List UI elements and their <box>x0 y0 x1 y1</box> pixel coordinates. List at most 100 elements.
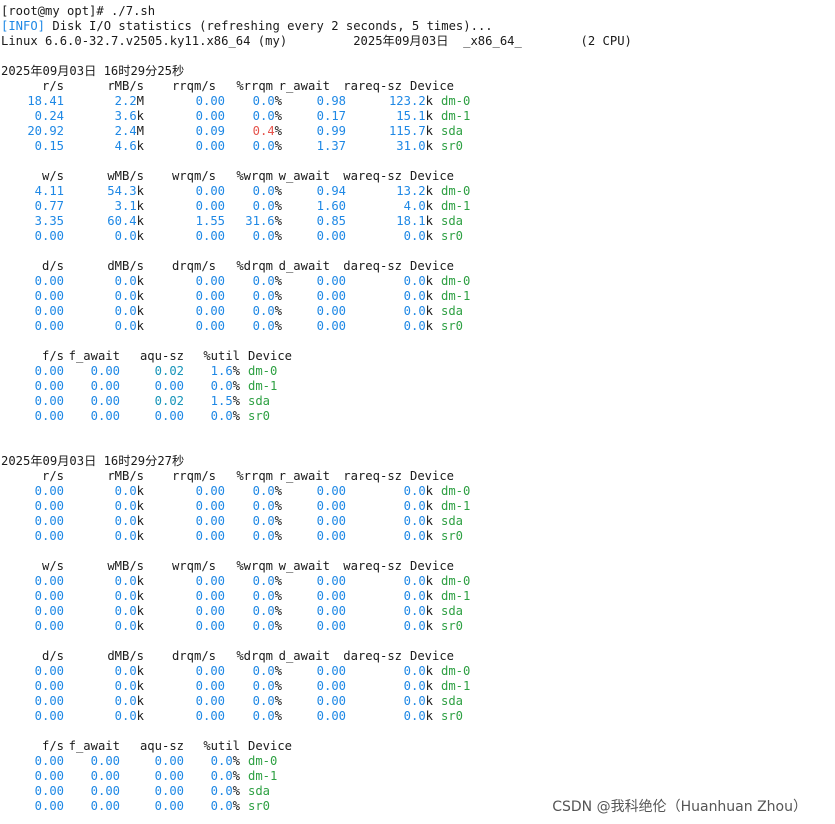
write-col-header: wrqm/s <box>171 559 216 573</box>
unit: % <box>232 769 240 783</box>
value: 0.00 <box>154 754 184 768</box>
device-name: sda <box>441 604 464 618</box>
terminal-output[interactable]: [root@my opt]# ./7.sh [INFO] Disk I/O st… <box>0 0 835 814</box>
unit: k <box>425 229 433 243</box>
snapshot-timestamp: 2025年09月03日 16时29分27秒 <box>1 454 185 468</box>
value-with-unit: 13.2k <box>346 184 433 199</box>
value: 0.0 <box>252 709 275 723</box>
unit: k <box>136 289 144 303</box>
value: 0.0 <box>403 619 426 633</box>
discard-row: 0.00 0.0k 0.00 0.0% 0.00 0.0k dm-0 <box>1 274 835 289</box>
unit: % <box>274 499 282 513</box>
device-name: dm-0 <box>441 664 471 678</box>
value: 0.00 <box>316 499 346 513</box>
value: 0.00 <box>195 589 225 603</box>
value-with-unit: 0.0% <box>184 409 240 424</box>
value-with-unit: 0.0k <box>346 304 433 319</box>
value: 0.00 <box>90 379 120 393</box>
value-with-unit: 3.6k <box>64 109 144 124</box>
value-with-unit: 0.0% <box>225 484 282 499</box>
value: 0.0 <box>114 709 137 723</box>
value: 0.4 <box>252 124 275 138</box>
discard-row: 0.00 0.0k 0.00 0.0% 0.00 0.0k dm-1 <box>1 679 835 694</box>
value: 0.24 <box>34 109 64 123</box>
write-row: 0.00 0.0k 0.00 0.0% 0.00 0.0k sr0 <box>1 619 835 634</box>
value: 0.00 <box>195 319 225 333</box>
unit: % <box>232 379 240 393</box>
write-header-row: w/s wMB/s wrqm/s %wrqm w_await wareq-sz Device <box>1 169 835 184</box>
value-with-unit: 54.3k <box>64 184 144 199</box>
value: 0.0 <box>252 199 275 213</box>
value: 0.00 <box>90 769 120 783</box>
value-with-unit: 0.0k <box>346 709 433 724</box>
value: 0.0 <box>114 604 137 618</box>
write-col-header: wareq-sz <box>343 169 402 183</box>
unit: % <box>274 124 282 138</box>
value: 0.0 <box>252 229 275 243</box>
value-with-unit: 0.0k <box>346 679 433 694</box>
value-with-unit: 31.6% <box>225 214 282 229</box>
unit: % <box>274 304 282 318</box>
flush-col-header: %util <box>203 739 240 753</box>
value: 0.0 <box>252 109 275 123</box>
unit: k <box>136 679 144 693</box>
unit: k <box>136 694 144 708</box>
value: 0.00 <box>195 574 225 588</box>
value: 0.00 <box>195 109 225 123</box>
unit: k <box>136 214 144 228</box>
value: 115.7 <box>388 124 426 138</box>
unit: k <box>136 619 144 633</box>
read-col-header: r/s <box>41 469 64 483</box>
unit: % <box>274 589 282 603</box>
read-col-header: rMB/s <box>107 469 144 483</box>
value-with-unit: 0.0k <box>64 604 144 619</box>
value-with-unit: 0.0% <box>225 274 282 289</box>
value: 0.0 <box>114 289 137 303</box>
value: 0.99 <box>316 124 346 138</box>
read-row: 0.15 4.6k 0.00 0.0% 1.37 31.0k sr0 <box>1 139 835 154</box>
device-name: dm-1 <box>441 499 471 513</box>
unit: k <box>136 274 144 288</box>
discard-row: 0.00 0.0k 0.00 0.0% 0.00 0.0k dm-0 <box>1 664 835 679</box>
discard-col-header: d/s <box>41 259 64 273</box>
unit: % <box>232 799 240 813</box>
value: 0.00 <box>195 694 225 708</box>
value-with-unit: 0.0k <box>346 694 433 709</box>
value: 0.0 <box>403 709 426 723</box>
value: 0.0 <box>114 319 137 333</box>
value: 4.11 <box>34 184 64 198</box>
system-line: Linux 6.6.0-32.7.v2505.ky11.x86_64 (my) … <box>1 34 632 48</box>
value-with-unit: 0.0% <box>225 319 282 334</box>
value: 1.37 <box>316 139 346 153</box>
value-with-unit: 0.0k <box>64 529 144 544</box>
value-with-unit: 0.0k <box>64 589 144 604</box>
unit: % <box>274 214 282 228</box>
discard-row: 0.00 0.0k 0.00 0.0% 0.00 0.0k sr0 <box>1 319 835 334</box>
value: 0.0 <box>403 229 426 243</box>
value: 0.0 <box>210 799 233 813</box>
value: 0.0 <box>252 139 275 153</box>
device-name: dm-0 <box>441 274 471 288</box>
read-header-row: r/s rMB/s rrqm/s %rrqm r_await rareq-sz Device <box>1 79 835 94</box>
unit: k <box>136 664 144 678</box>
value: 0.00 <box>316 229 346 243</box>
value: 0.00 <box>34 379 64 393</box>
value: 0.00 <box>195 709 225 723</box>
value: 0.00 <box>34 304 64 318</box>
value: 0.00 <box>34 679 64 693</box>
value: 0.0 <box>252 274 275 288</box>
value: 0.0 <box>403 499 426 513</box>
value: 2.2 <box>114 94 137 108</box>
discard-col-header: drqm/s <box>171 649 216 663</box>
value-with-unit: 0.0k <box>64 679 144 694</box>
flush-col-header: Device <box>248 349 293 363</box>
value-with-unit: 0.0k <box>346 619 433 634</box>
write-col-header: Device <box>410 169 455 183</box>
value: 0.0 <box>403 589 426 603</box>
unit: k <box>425 619 433 633</box>
read-col-header: rMB/s <box>107 79 144 93</box>
value-with-unit: 0.0% <box>225 139 282 154</box>
discard-col-header: d_await <box>278 259 330 273</box>
